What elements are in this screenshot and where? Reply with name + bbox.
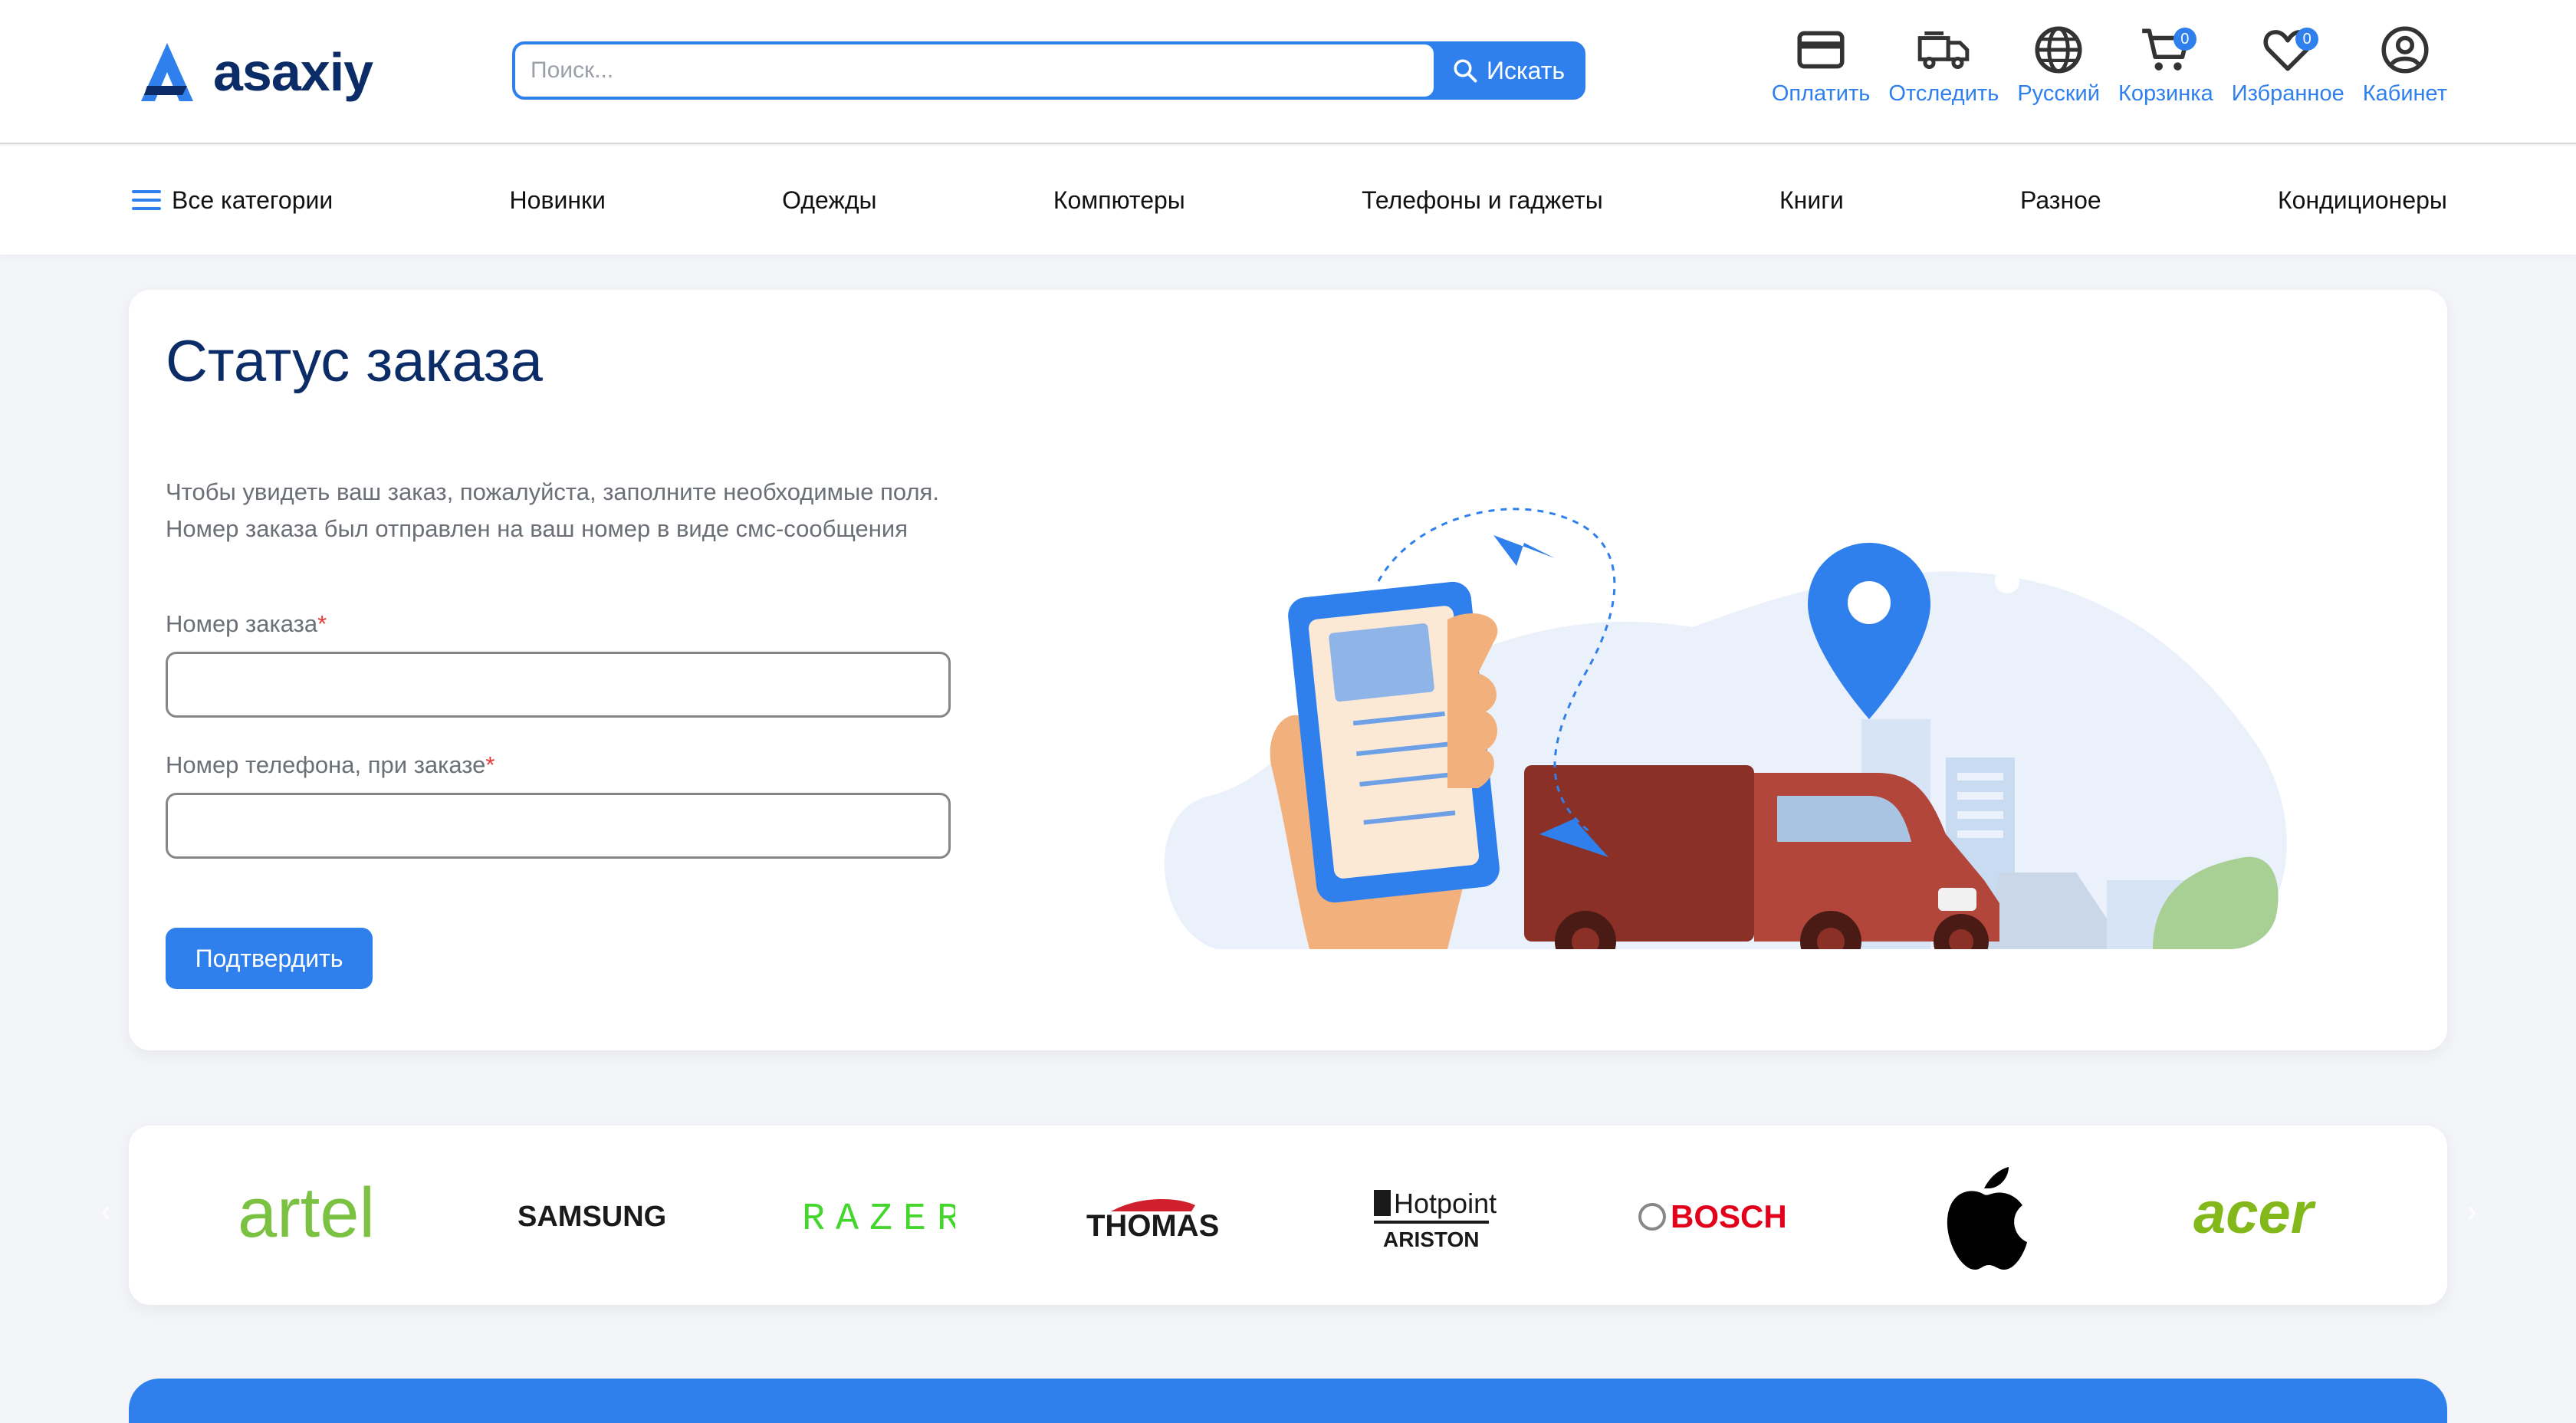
brands-carousel: artel SAMSUNG RAZER THOMAS Hotpoint ARIST… — [129, 1126, 2447, 1305]
search-button-label: Искать — [1486, 56, 1566, 84]
phone-input[interactable] — [166, 793, 951, 859]
nav-new[interactable]: Новинки — [510, 186, 606, 215]
language-label: Русский — [2017, 81, 2100, 106]
thomas-logo: THOMAS — [1086, 1198, 1219, 1243]
globe-icon — [2035, 26, 2082, 74]
delivery-illustration — [1164, 508, 2287, 949]
cart-badge: 0 — [2173, 28, 2196, 51]
bosch-logo: BOSCH — [1638, 1198, 1787, 1234]
logo[interactable]: asaxiy — [133, 38, 373, 106]
required-mark: * — [317, 610, 327, 637]
order-number-input[interactable] — [166, 652, 951, 718]
account-label: Кабинет — [2362, 81, 2447, 106]
pay-button[interactable]: Оплатить — [1771, 21, 1871, 107]
brand-acer[interactable]: acer — [2147, 1150, 2377, 1280]
favorites-label: Избранное — [2231, 81, 2344, 106]
svg-text:BOSCH: BOSCH — [1671, 1198, 1787, 1234]
brand-thomas[interactable]: THOMAS — [1034, 1150, 1264, 1280]
language-button[interactable]: Русский — [2017, 21, 2100, 107]
nav-computers[interactable]: Компютеры — [1053, 186, 1185, 215]
footer-banner — [129, 1379, 2447, 1423]
header-actions: Оплатить Отследить Русский 0 Корзинка 0 … — [1753, 21, 2447, 107]
user-icon — [2381, 26, 2429, 74]
pay-label: Оплатить — [1771, 81, 1871, 106]
brands-prev-arrow[interactable]: ‹ — [90, 1195, 121, 1228]
svg-text:THOMAS: THOMAS — [1086, 1209, 1219, 1243]
brand-artel[interactable]: artel — [199, 1150, 429, 1280]
search-icon — [1454, 59, 1477, 83]
nav-clothes[interactable]: Одежды — [782, 186, 876, 215]
brand-bosch[interactable]: BOSCH — [1591, 1150, 1821, 1280]
brand-razer[interactable]: RAZER — [756, 1150, 986, 1280]
nav-misc[interactable]: Разное — [2020, 186, 2101, 215]
brands-next-arrow[interactable]: › — [2456, 1195, 2487, 1228]
nav-all-categories[interactable]: Все категории — [132, 186, 333, 215]
logo-text: asaxiy — [213, 42, 373, 102]
brand-samsung[interactable]: SAMSUNG — [478, 1150, 708, 1280]
nav-phones[interactable]: Телефоны и гаджеты — [1362, 186, 1603, 215]
menu-icon — [132, 190, 161, 210]
card-icon — [1797, 31, 1845, 69]
cart-label: Корзинка — [2118, 81, 2213, 106]
account-button[interactable]: Кабинет — [2363, 21, 2447, 107]
svg-text:SAMSUNG: SAMSUNG — [518, 1201, 666, 1233]
svg-text:acer: acer — [2193, 1181, 2317, 1246]
brand-apple[interactable] — [1869, 1150, 2099, 1280]
truck-icon — [1918, 31, 1970, 69]
track-label: Отследить — [1888, 81, 1999, 106]
acer-logo: acer — [2193, 1181, 2317, 1246]
artel-logo: artel — [238, 1177, 375, 1252]
top-header: asaxiy Искать Оплатить Отследить Русский… — [0, 0, 2576, 144]
cart-button[interactable]: 0 Корзинка — [2118, 21, 2213, 107]
page-title: Статус заказа — [166, 329, 543, 394]
razer-logo: RAZER — [802, 1198, 955, 1241]
nav-air-conditioners[interactable]: Кондиционеры — [2278, 186, 2447, 215]
svg-text:Hotpoint: Hotpoint — [1394, 1188, 1497, 1219]
brand-hotpoint-ariston[interactable]: Hotpoint ARISTON — [1313, 1150, 1543, 1280]
apple-logo-icon — [1947, 1167, 2027, 1270]
svg-text:artel: artel — [238, 1177, 375, 1252]
required-mark: * — [485, 751, 495, 778]
search-bar: Искать — [512, 41, 1585, 100]
nav-label: Все категории — [172, 186, 334, 214]
phone-label: Номер телефона, при заказе* — [166, 751, 495, 778]
order-number-label: Номер заказа* — [166, 610, 327, 637]
asaxiy-logo-icon — [141, 43, 193, 101]
category-nav: Все категории Новинки Одежды Компютеры Т… — [0, 146, 2576, 255]
track-button[interactable]: Отследить — [1888, 21, 1999, 107]
nav-books[interactable]: Книги — [1779, 186, 1844, 215]
confirm-button[interactable]: Подтвердить — [166, 928, 373, 989]
order-status-card: Статус заказа Чтобы увидеть ваш заказ, п… — [129, 290, 2447, 1050]
search-input[interactable] — [515, 44, 1434, 97]
order-description: Чтобы увидеть ваш заказ, пожалуйста, зап… — [166, 478, 939, 542]
search-button[interactable]: Искать — [1434, 44, 1582, 97]
svg-text:RAZER: RAZER — [802, 1198, 955, 1241]
favorites-button[interactable]: 0 Избранное — [2232, 21, 2344, 107]
hotpoint-ariston-logo: Hotpoint ARISTON — [1373, 1188, 1497, 1251]
samsung-logo: SAMSUNG — [518, 1201, 666, 1233]
svg-text:ARISTON: ARISTON — [1383, 1227, 1480, 1251]
